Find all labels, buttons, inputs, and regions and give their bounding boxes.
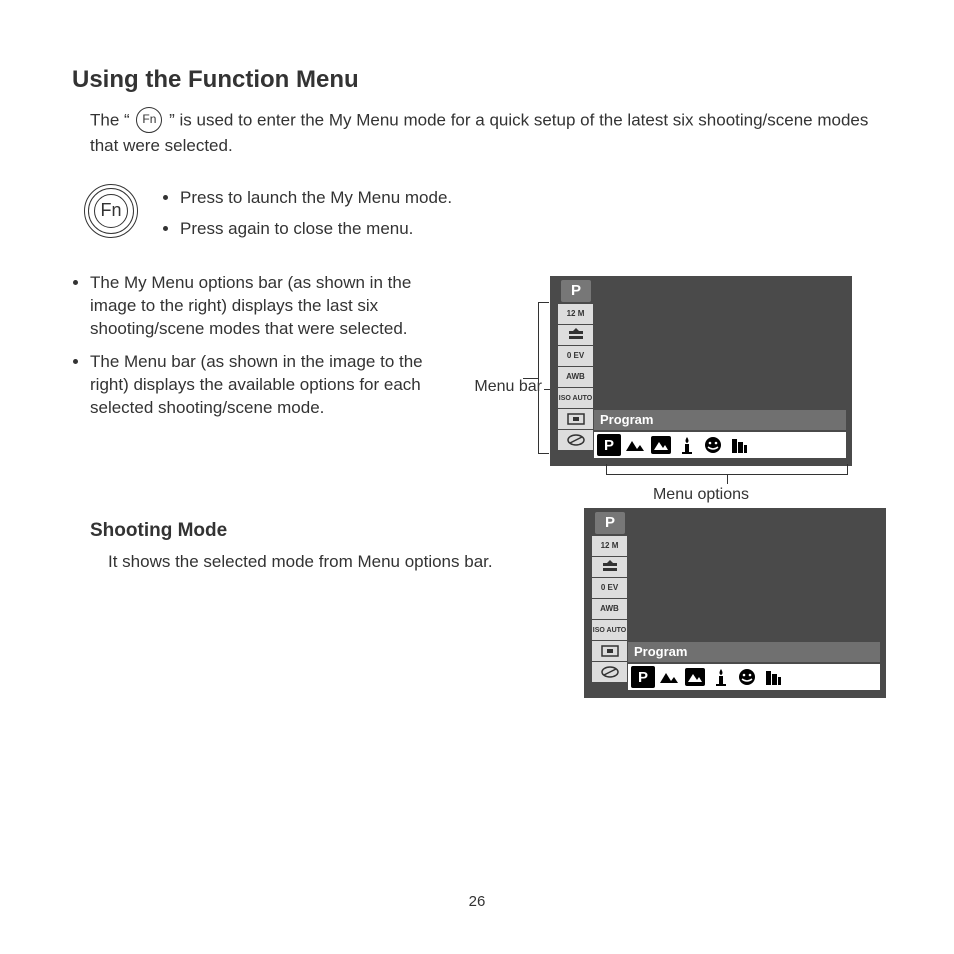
resolution-item: 12 M bbox=[558, 304, 593, 324]
night-landscape-icon bbox=[683, 666, 707, 688]
fn-instructions: Press to launch the My Menu mode. Press … bbox=[162, 184, 452, 246]
list-item: Press again to close the menu. bbox=[180, 215, 452, 242]
color-mode-icon bbox=[592, 662, 627, 682]
iso-item: ISO AUTO bbox=[592, 620, 627, 640]
menu-bar-bracket bbox=[538, 302, 549, 454]
candle-icon bbox=[675, 434, 699, 456]
list-item: The My Menu options bar (as shown in the… bbox=[90, 272, 452, 341]
metering-icon bbox=[558, 409, 593, 429]
menu-bar: P 12 M 0 EV AWB ISO AUTO bbox=[558, 280, 594, 451]
candle-icon bbox=[709, 666, 733, 688]
intro-text-a: The “ bbox=[90, 110, 134, 129]
menu-bar: P 12 M 0 EV AWB ISO AUTO bbox=[592, 512, 628, 683]
shooting-mode-text: It shows the selected mode from Menu opt… bbox=[108, 552, 572, 572]
mode-indicator: P bbox=[595, 512, 625, 534]
night-landscape-icon bbox=[649, 434, 673, 456]
wb-item: AWB bbox=[592, 599, 627, 619]
resolution-item: 12 M bbox=[592, 536, 627, 556]
ev-item: 0 EV bbox=[592, 578, 627, 598]
smile-icon bbox=[701, 434, 725, 456]
mode-indicator: P bbox=[561, 280, 591, 302]
iso-item: ISO AUTO bbox=[558, 388, 593, 408]
shooting-mode-heading: Shooting Mode bbox=[90, 520, 572, 542]
color-mode-icon bbox=[558, 430, 593, 450]
page-number: 26 bbox=[0, 893, 954, 910]
list-item: Press to launch the My Menu mode. bbox=[180, 184, 452, 211]
landscape-icon bbox=[657, 666, 681, 688]
quality-icon bbox=[592, 557, 627, 577]
menu-options-label: Menu options bbox=[550, 486, 852, 504]
wb-item: AWB bbox=[558, 367, 593, 387]
quality-icon bbox=[558, 325, 593, 345]
mode-name-band: Program bbox=[628, 642, 880, 662]
metering-icon bbox=[592, 641, 627, 661]
camera-screen: P 12 M 0 EV AWB ISO AUTO Program bbox=[550, 276, 852, 466]
description-list: The My Menu options bar (as shown in the… bbox=[72, 272, 452, 420]
fn-button-label: Fn bbox=[100, 200, 121, 221]
landscape-icon bbox=[623, 434, 647, 456]
program-icon: P bbox=[597, 434, 621, 456]
smile-icon bbox=[735, 666, 759, 688]
camera-screen: P 12 M 0 EV AWB ISO AUTO Program bbox=[584, 508, 886, 698]
building-icon bbox=[761, 666, 785, 688]
intro-paragraph: The “ Fn ” is used to enter the My Menu … bbox=[90, 108, 882, 158]
building-icon bbox=[727, 434, 751, 456]
mode-name-band: Program bbox=[594, 410, 846, 430]
list-item: The Menu bar (as shown in the image to t… bbox=[90, 351, 452, 420]
fn-icon: Fn bbox=[136, 107, 162, 133]
menu-options-bracket bbox=[606, 464, 848, 475]
page-title: Using the Function Menu bbox=[72, 66, 882, 94]
intro-text-b: ” is used to enter the My Menu mode for … bbox=[90, 110, 868, 155]
fn-button-illustration: Fn bbox=[84, 184, 138, 238]
menu-options-bar: P bbox=[594, 432, 846, 458]
ev-item: 0 EV bbox=[558, 346, 593, 366]
menu-options-bar: P bbox=[628, 664, 880, 690]
program-icon: P bbox=[631, 666, 655, 688]
